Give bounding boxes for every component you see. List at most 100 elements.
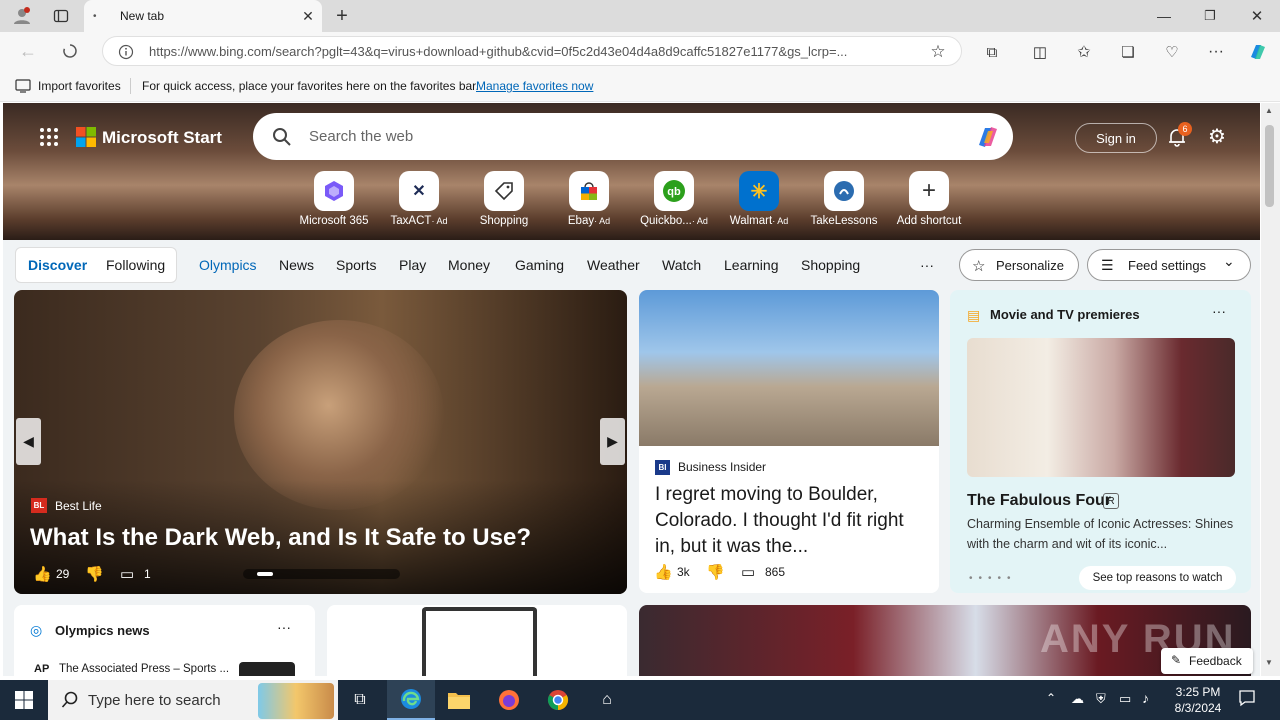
edge-taskbar-icon[interactable] (387, 680, 435, 720)
nav-play[interactable]: Play (399, 257, 426, 273)
address-bar[interactable]: https://www.bing.com/search?pglt=43&q=vi… (102, 36, 962, 66)
favorites-icon[interactable]: ✩ (1072, 41, 1096, 63)
apps-grid-icon[interactable] (39, 127, 59, 147)
tab-actions-icon[interactable] (48, 4, 74, 28)
settings-gear-icon[interactable]: ⚙ (1206, 126, 1228, 148)
shortcut-ebay[interactable]: Ebay· Ad (547, 171, 631, 227)
loading-stop-icon[interactable] (58, 40, 82, 62)
clock-date: 8/3/2024 (1174, 701, 1222, 715)
nav-weather[interactable]: Weather (587, 257, 640, 273)
shortcut-walmart[interactable]: ✳ Walmart· Ad (717, 171, 801, 227)
shortcut-microsoft-365[interactable]: Microsoft 365 (292, 171, 376, 227)
close-window-button[interactable]: ✕ (1243, 4, 1271, 28)
new-tab-button[interactable]: + (330, 4, 354, 28)
browser-essentials-icon[interactable]: ♡ (1160, 41, 1184, 63)
close-tab-icon[interactable]: ✕ (298, 6, 318, 26)
chevron-down-icon: ⌄ (1223, 253, 1235, 269)
scrollbar-thumb[interactable] (1265, 125, 1274, 207)
carousel-prev-button[interactable]: ◀ (16, 418, 41, 465)
sign-in-button[interactable]: Sign in (1075, 123, 1157, 153)
settings-more-icon[interactable]: ··· (1204, 41, 1228, 63)
nav-sports[interactable]: Sports (336, 257, 376, 273)
carousel-dots[interactable] (243, 569, 400, 579)
site-info-icon[interactable] (116, 42, 136, 62)
file-explorer-icon[interactable] (435, 680, 483, 720)
product-card[interactable] (327, 605, 627, 676)
shortcut-taxact[interactable]: ✕ TaxACT· Ad (377, 171, 461, 227)
story-likes: 3k (677, 565, 690, 579)
manage-favorites-link[interactable]: Manage favorites now (476, 79, 593, 93)
nav-news[interactable]: News (279, 257, 314, 273)
add-shortcut-button[interactable]: + Add shortcut (887, 171, 971, 227)
taskbar-search-placeholder: Type here to search (88, 691, 221, 709)
split-screen-icon[interactable]: ◫ (1028, 41, 1052, 63)
carousel-next-button[interactable]: ▶ (600, 418, 625, 465)
copilot-icon[interactable] (1245, 40, 1271, 64)
scrollbar[interactable]: ▲ ▼ (1261, 103, 1280, 676)
story-image (639, 290, 939, 446)
ad-marker: · Ad (772, 216, 789, 226)
see-top-reasons-button[interactable]: See top reasons to watch (1079, 566, 1236, 590)
favorite-star-icon[interactable]: ☆ (927, 41, 949, 63)
tab-new-tab[interactable]: New tab (84, 0, 322, 32)
story-title[interactable]: I regret moving to Boulder, Colorado. I … (655, 482, 925, 560)
restore-button[interactable]: ❐ (1196, 4, 1224, 28)
clock[interactable]: 3:25 PM 8/3/2024 (1170, 684, 1226, 716)
search-input[interactable]: Search the web (253, 113, 1013, 160)
import-favorites-button[interactable]: Import favorites (38, 79, 121, 93)
back-button[interactable]: ← (16, 40, 40, 62)
shortcut-takelessons[interactable]: TakeLessons (802, 171, 886, 227)
profile-avatar-icon[interactable] (8, 4, 36, 28)
chrome-icon[interactable] (534, 680, 582, 720)
firefox-icon[interactable] (485, 680, 533, 720)
movie-title[interactable]: The Fabulous Four (967, 492, 1111, 510)
nav-watch[interactable]: Watch (662, 257, 701, 273)
sign-in-label: Sign in (1096, 130, 1136, 146)
notification-center-icon[interactable] (1238, 689, 1258, 709)
comment-icon[interactable]: ▭ (120, 565, 134, 583)
search-icon (272, 127, 292, 147)
shortcut-quickbooks[interactable]: qb Quickbo...· Ad (632, 171, 716, 227)
windows-start-icon[interactable] (0, 680, 48, 720)
movie-carousel-dots[interactable]: ••••• (969, 573, 1017, 584)
dislike-icon[interactable]: 👎 (85, 565, 104, 583)
nav-learning[interactable]: Learning (724, 257, 779, 273)
url-text: https://www.bing.com/search?pglt=43&q=vi… (149, 43, 848, 59)
scroll-up-icon[interactable]: ▲ (1265, 106, 1273, 115)
scroll-down-icon[interactable]: ▼ (1265, 658, 1273, 667)
movie-more-icon[interactable]: ··· (1212, 303, 1226, 319)
shortcut-label: Microsoft 365 (299, 215, 369, 227)
extensions-icon[interactable]: ⧉ (980, 41, 1004, 63)
olympics-heading: Olympics news (55, 623, 150, 638)
comment-icon[interactable]: ▭ (741, 563, 755, 581)
tab-following[interactable]: Following (106, 257, 165, 273)
collections-icon[interactable]: ❏ (1116, 41, 1140, 63)
feature-source: Best Life (55, 499, 102, 513)
cta-label: See top reasons to watch (1092, 572, 1223, 584)
notification-badge: 6 (1178, 122, 1192, 136)
olympics-more-icon[interactable]: ··· (277, 619, 291, 635)
task-view-icon[interactable]: ⧉ (336, 680, 384, 720)
volume-icon[interactable]: ♪ (1142, 690, 1149, 706)
feedback-icon: ✎ (1171, 653, 1182, 667)
nav-shopping[interactable]: Shopping (801, 257, 860, 273)
shortcut-shopping[interactable]: Shopping (462, 171, 546, 227)
nav-more-button[interactable]: ··· (920, 257, 934, 273)
dislike-icon[interactable]: 👎 (706, 563, 725, 581)
feature-title[interactable]: What Is the Dark Web, and Is It Safe to … (30, 524, 610, 552)
tab-favicon-icon: • (93, 11, 97, 22)
onedrive-icon[interactable]: ☁ (1071, 691, 1084, 707)
nav-olympics[interactable]: Olympics (199, 257, 257, 273)
like-icon[interactable]: 👍 (654, 563, 673, 581)
show-hidden-icons-icon[interactable]: ⌃ (1046, 691, 1056, 705)
nav-gaming[interactable]: Gaming (515, 257, 564, 273)
minimize-button[interactable]: — (1150, 4, 1178, 28)
copilot-search-icon[interactable] (973, 123, 1003, 151)
app-taskbar-icon[interactable]: ⌂ (583, 680, 631, 720)
tab-discover[interactable]: Discover (28, 257, 87, 273)
brand-title[interactable]: Microsoft Start (102, 128, 222, 148)
security-icon[interactable]: ⛨ (1096, 691, 1106, 707)
like-icon[interactable]: 👍 (33, 565, 52, 583)
nav-money[interactable]: Money (448, 257, 490, 273)
network-icon[interactable]: ▭ (1119, 691, 1131, 707)
